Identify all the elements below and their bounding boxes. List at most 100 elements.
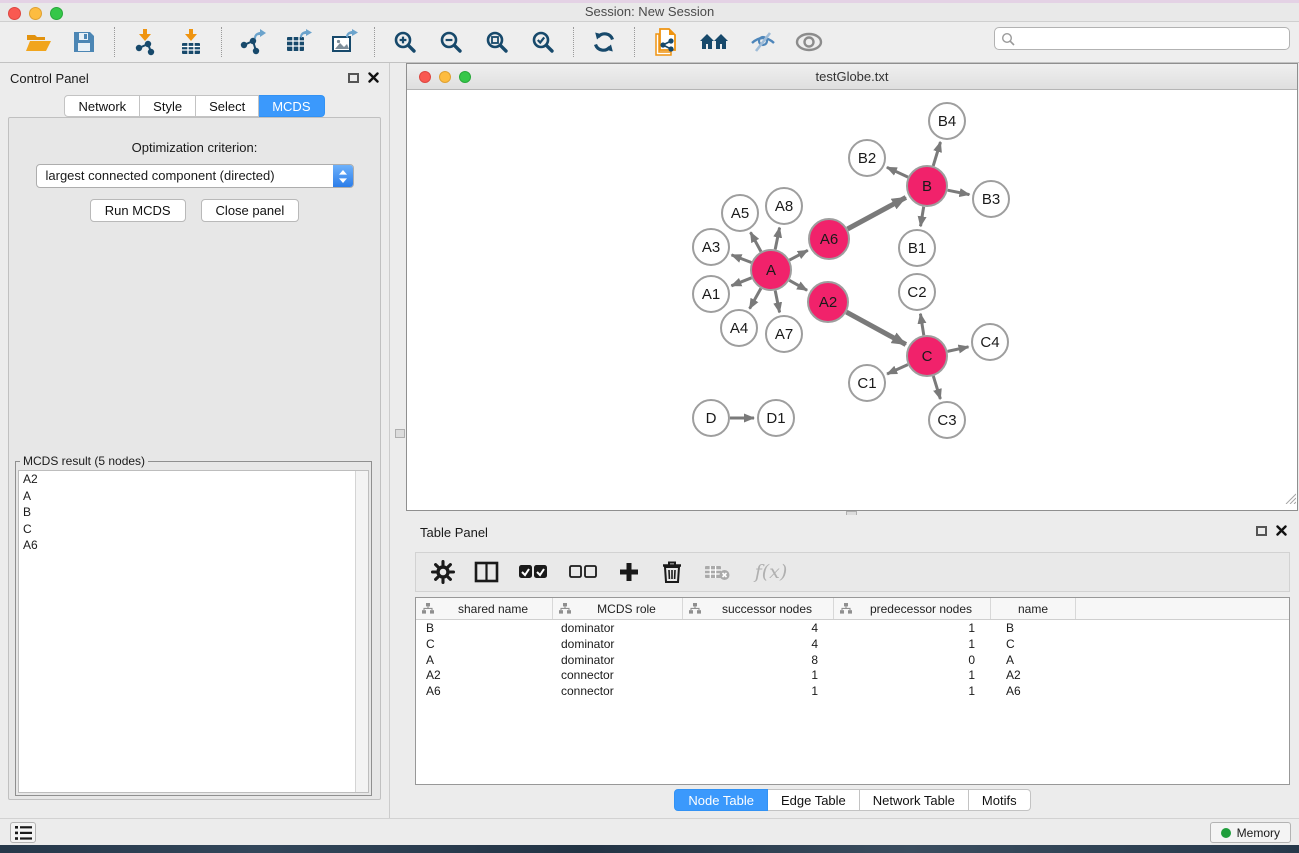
minimize-network-window-button[interactable] bbox=[439, 71, 451, 83]
float-table-panel-icon[interactable] bbox=[1256, 526, 1267, 536]
zoom-selected-button[interactable] bbox=[528, 27, 558, 57]
import-table-button[interactable] bbox=[176, 27, 206, 57]
graph-edge-A-A1[interactable] bbox=[731, 278, 751, 286]
open-file-button[interactable] bbox=[23, 27, 53, 57]
search-box[interactable] bbox=[994, 27, 1290, 50]
graph-node-B[interactable]: B bbox=[907, 166, 947, 206]
table-settings-button[interactable] bbox=[430, 559, 456, 585]
column-header-predecessor-nodes[interactable]: predecessor nodes bbox=[834, 598, 991, 619]
graph-edge-C-C3[interactable] bbox=[933, 376, 940, 399]
show-graphics-details-button[interactable] bbox=[794, 27, 824, 57]
graph-node-A8[interactable]: A8 bbox=[766, 188, 802, 224]
graph-edge-A2-C[interactable] bbox=[846, 312, 906, 344]
table-row[interactable]: Adominator80A bbox=[416, 652, 1289, 668]
result-item[interactable]: A bbox=[19, 488, 368, 505]
table-row[interactable]: A2connector11A2 bbox=[416, 667, 1289, 683]
close-window-button[interactable] bbox=[8, 7, 21, 20]
delete-row-button[interactable] bbox=[659, 559, 685, 585]
graph-node-A2[interactable]: A2 bbox=[808, 282, 848, 322]
graph-node-B4[interactable]: B4 bbox=[929, 103, 965, 139]
minimize-window-button[interactable] bbox=[29, 7, 42, 20]
tab-mcds[interactable]: MCDS bbox=[259, 95, 324, 117]
export-network-button[interactable] bbox=[237, 27, 267, 57]
float-panel-icon[interactable] bbox=[348, 73, 359, 83]
graph-node-A1[interactable]: A1 bbox=[693, 276, 729, 312]
column-header-name[interactable]: name bbox=[991, 598, 1076, 619]
close-table-panel-icon[interactable] bbox=[1276, 525, 1287, 536]
tab-select[interactable]: Select bbox=[196, 95, 259, 117]
graph-node-C[interactable]: C bbox=[907, 336, 947, 376]
graph-node-B2[interactable]: B2 bbox=[849, 140, 885, 176]
graph-edge-A-A7[interactable] bbox=[775, 291, 779, 313]
column-header-MCDS-role[interactable]: MCDS role bbox=[553, 598, 683, 619]
result-item[interactable]: B bbox=[19, 504, 368, 521]
graph-node-A3[interactable]: A3 bbox=[693, 229, 729, 265]
zoom-network-window-button[interactable] bbox=[459, 71, 471, 83]
run-mcds-button[interactable]: Run MCDS bbox=[90, 199, 186, 222]
graph-edge-A-A3[interactable] bbox=[732, 255, 752, 263]
optimization-select[interactable]: largest connected component (directed) bbox=[36, 164, 354, 188]
network-canvas[interactable]: B4B2BB3A8A5A6A3B1AA1C2A2A4A7C4CC1DD1C3 bbox=[407, 90, 1297, 510]
show-columns-button[interactable] bbox=[473, 559, 499, 585]
export-table-button[interactable] bbox=[283, 27, 313, 57]
graph-edge-A-A8[interactable] bbox=[775, 228, 779, 250]
graph-edge-B-B2[interactable] bbox=[887, 167, 908, 177]
function-builder-button[interactable]: f(x) bbox=[749, 559, 793, 585]
graph-edge-B-B3[interactable] bbox=[948, 190, 970, 194]
export-image-button[interactable] bbox=[329, 27, 359, 57]
add-row-button[interactable] bbox=[616, 559, 642, 585]
save-session-button[interactable] bbox=[69, 27, 99, 57]
graph-node-C4[interactable]: C4 bbox=[972, 324, 1008, 360]
memory-button[interactable]: Memory bbox=[1210, 822, 1291, 843]
graph-node-D1[interactable]: D1 bbox=[758, 400, 794, 436]
close-panel-button[interactable]: Close panel bbox=[201, 199, 300, 222]
close-network-window-button[interactable] bbox=[419, 71, 431, 83]
graph-edge-C-C4[interactable] bbox=[948, 347, 969, 352]
unselect-all-button[interactable] bbox=[567, 559, 599, 585]
tab-style[interactable]: Style bbox=[140, 95, 196, 117]
window-resize-grip[interactable] bbox=[1283, 491, 1296, 509]
graph-edge-A-A4[interactable] bbox=[750, 288, 761, 308]
graph-edge-C-C1[interactable] bbox=[887, 365, 908, 374]
graph-node-B3[interactable]: B3 bbox=[973, 181, 1009, 217]
graph-edge-C-C2[interactable] bbox=[920, 314, 923, 336]
zoom-fit-button[interactable] bbox=[482, 27, 512, 57]
column-header-shared-name[interactable]: shared name bbox=[416, 598, 553, 619]
open-session-document-button[interactable] bbox=[650, 27, 680, 57]
graph-node-C1[interactable]: C1 bbox=[849, 365, 885, 401]
select-all-button[interactable] bbox=[516, 559, 550, 585]
graph-edge-A6-B[interactable] bbox=[848, 197, 906, 229]
result-scrollbar[interactable] bbox=[355, 471, 368, 792]
graph-edge-A-A2[interactable] bbox=[789, 280, 807, 290]
graph-node-D[interactable]: D bbox=[693, 400, 729, 436]
graph-node-C2[interactable]: C2 bbox=[899, 274, 935, 310]
graph-edge-A-A6[interactable] bbox=[790, 250, 808, 260]
graph-node-A[interactable]: A bbox=[751, 250, 791, 290]
tab-motifs[interactable]: Motifs bbox=[969, 789, 1031, 811]
home-pair-button[interactable] bbox=[696, 27, 732, 57]
import-network-button[interactable] bbox=[130, 27, 160, 57]
table-row[interactable]: A6connector11A6 bbox=[416, 683, 1289, 699]
task-history-button[interactable] bbox=[10, 822, 36, 843]
graph-node-C3[interactable]: C3 bbox=[929, 402, 965, 438]
tab-network-table[interactable]: Network Table bbox=[860, 789, 969, 811]
graph-node-A5[interactable]: A5 bbox=[722, 195, 758, 231]
zoom-out-button[interactable] bbox=[436, 27, 466, 57]
close-panel-icon[interactable] bbox=[368, 72, 379, 83]
zoom-in-button[interactable] bbox=[390, 27, 420, 57]
refresh-layout-button[interactable] bbox=[589, 27, 619, 57]
graph-node-A6[interactable]: A6 bbox=[809, 219, 849, 259]
hide-graphics-details-button[interactable] bbox=[748, 27, 778, 57]
tab-network[interactable]: Network bbox=[64, 95, 140, 117]
result-item[interactable]: A2 bbox=[19, 471, 368, 488]
tab-node-table[interactable]: Node Table bbox=[674, 789, 768, 811]
graph-edge-A-A5[interactable] bbox=[751, 232, 762, 251]
graph-node-B1[interactable]: B1 bbox=[899, 230, 935, 266]
tab-edge-table[interactable]: Edge Table bbox=[768, 789, 860, 811]
search-input[interactable] bbox=[1015, 29, 1289, 48]
table-row[interactable]: Bdominator41B bbox=[416, 620, 1289, 636]
graph-node-A7[interactable]: A7 bbox=[766, 316, 802, 352]
column-header-successor-nodes[interactable]: successor nodes bbox=[683, 598, 834, 619]
result-item[interactable]: A6 bbox=[19, 537, 368, 554]
vertical-divider-grip[interactable] bbox=[395, 429, 405, 438]
